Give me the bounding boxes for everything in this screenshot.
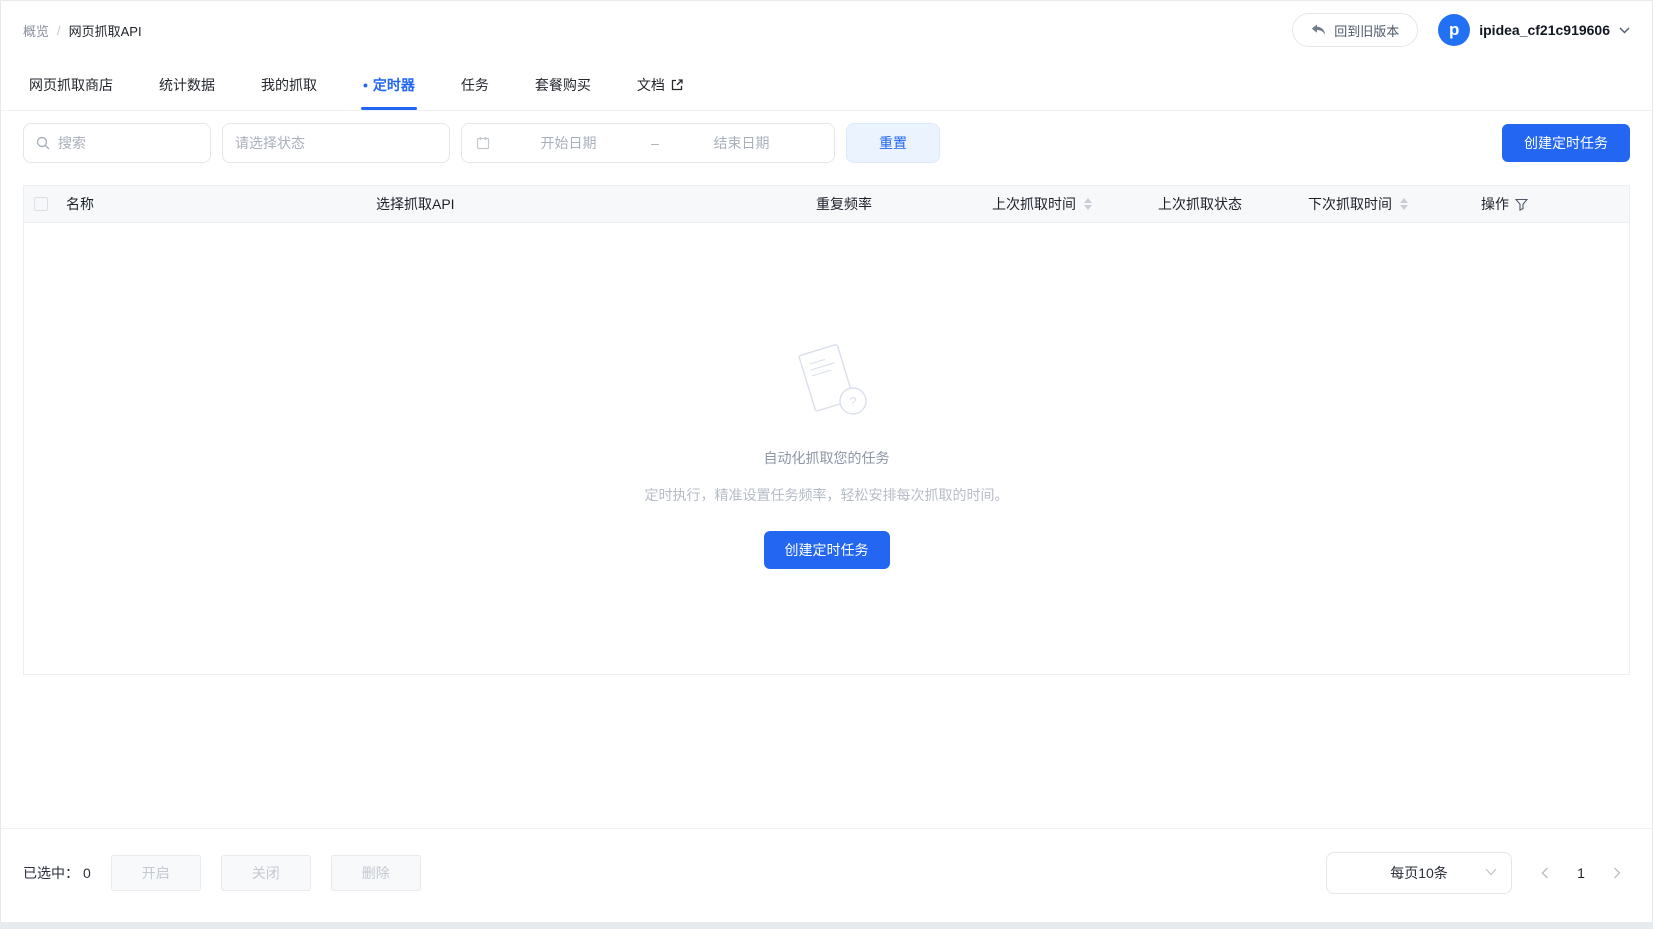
chevron-right-icon [1613, 867, 1621, 879]
active-tab-underline [361, 107, 417, 110]
breadcrumb-root[interactable]: 概览 [23, 21, 49, 40]
column-header-last-scrape-time: 上次抓取时间 [992, 194, 1158, 214]
prev-page-button[interactable] [1532, 860, 1558, 886]
sort-caret-up-icon [1084, 198, 1092, 203]
back-to-old-version-button[interactable]: 回到旧版本 [1292, 13, 1419, 47]
selected-count: 0 [83, 864, 91, 881]
account-name: ipidea_cf21c919606 [1479, 22, 1610, 38]
page-size-select[interactable]: 每页10条 [1326, 851, 1512, 894]
sort-caret-down-icon [1400, 205, 1408, 210]
chevron-down-icon [1485, 868, 1497, 876]
pagination: 每页10条 1 [1326, 851, 1630, 894]
tabbar: 网页抓取商店 统计数据 我的抓取 • 定时器 任务 套餐购买 文档 [1, 59, 1652, 111]
column-header-frequency: 重复频率 [816, 194, 992, 214]
pager: 1 [1532, 860, 1630, 886]
tab-scheduler[interactable]: • 定时器 [361, 59, 417, 110]
filterbar: 请选择状态 开始日期 – 结束日期 重置 创建定时任务 [1, 123, 1652, 163]
daterange-picker[interactable]: 开始日期 – 结束日期 [461, 123, 835, 163]
tab-label: 定时器 [372, 76, 415, 93]
sort-caret-down-icon [1084, 205, 1092, 210]
tab-web-scraping-store[interactable]: 网页抓取商店 [29, 59, 113, 110]
create-scheduled-task-button[interactable]: 创建定时任务 [1502, 124, 1630, 162]
tab-label: 套餐购买 [534, 76, 591, 93]
column-label: 下次抓取时间 [1308, 196, 1392, 212]
topbar-right: 回到旧版本 p ipidea_cf21c919606 [1292, 13, 1630, 47]
tab-label: 统计数据 [159, 76, 215, 93]
tab-label: 任务 [460, 76, 489, 93]
calendar-icon [476, 136, 490, 150]
tab-tasks[interactable]: 任务 [461, 59, 489, 110]
column-header-name: 名称 [66, 194, 376, 214]
select-all-checkbox[interactable] [34, 197, 48, 211]
page-number-1[interactable]: 1 [1568, 860, 1594, 886]
delete-button[interactable]: 删除 [330, 854, 421, 891]
column-label: 重复频率 [816, 196, 872, 212]
column-label: 名称 [66, 196, 94, 212]
empty-state-description: 定时执行，精准设置任务频率，轻松安排每次抓取的时间。 [644, 487, 1009, 503]
table-header-row: 名称 选择抓取API 重复频率 上次抓取时间 上次抓取状态 下次抓取时间 操作 [24, 185, 1629, 223]
reply-arrow-icon [1311, 24, 1326, 36]
external-link-icon [670, 78, 684, 92]
disable-button[interactable]: 关闭 [220, 854, 311, 891]
account-menu[interactable]: p ipidea_cf21c919606 [1438, 14, 1630, 46]
window-bottom-edge [0, 922, 1653, 929]
page: 概览 / 网页抓取API 回到旧版本 p ipidea_cf21c919606 … [0, 0, 1653, 922]
active-tab-dot: • [363, 76, 368, 93]
column-header-actions: 操作 [1481, 194, 1629, 214]
search-input[interactable] [58, 135, 198, 151]
search-box[interactable] [23, 123, 211, 163]
tab-label: 我的抓取 [261, 76, 317, 93]
status-select[interactable]: 请选择状态 [222, 123, 450, 163]
empty-state-title: 自动化抓取您的任务 [763, 450, 890, 466]
tab-my-scrapes[interactable]: 我的抓取 [261, 59, 317, 110]
chevron-left-icon [1541, 867, 1549, 879]
table-body: ? 自动化抓取您的任务 定时执行，精准设置任务频率，轻松安排每次抓取的时间。 创… [24, 223, 1629, 674]
tab-statistics[interactable]: 统计数据 [159, 59, 215, 110]
sort-toggle-last-scrape-time[interactable] [1084, 198, 1092, 210]
question-mark-glyph: ? [849, 394, 856, 409]
date-end-placeholder: 结束日期 [713, 135, 770, 151]
date-separator: – [651, 135, 659, 151]
chevron-down-icon [1619, 27, 1630, 34]
page-size-value: 每页10条 [1390, 864, 1448, 881]
status-select-placeholder: 请选择状态 [235, 135, 305, 151]
empty-create-scheduled-task-button[interactable]: 创建定时任务 [763, 531, 890, 569]
table-header-checkbox-cell [24, 197, 66, 211]
tab-label: 文档 [636, 76, 665, 93]
filter-funnel-icon[interactable] [1515, 198, 1528, 211]
empty-state: ? 自动化抓取您的任务 定时执行，精准设置任务频率，轻松安排每次抓取的时间。 创… [645, 342, 1009, 569]
column-label: 选择抓取API [376, 196, 455, 212]
batch-actions: 已选中： 0 开启 关闭 删除 [23, 854, 421, 891]
next-page-button[interactable] [1604, 860, 1630, 886]
column-header-next-scrape-time: 下次抓取时间 [1308, 194, 1481, 214]
topbar: 概览 / 网页抓取API 回到旧版本 p ipidea_cf21c919606 [1, 1, 1652, 59]
sort-caret-up-icon [1400, 198, 1408, 203]
empty-document-illustration: ? [780, 342, 874, 422]
tab-label: 网页抓取商店 [29, 76, 113, 93]
column-label: 上次抓取状态 [1158, 196, 1242, 212]
sort-toggle-next-scrape-time[interactable] [1400, 198, 1408, 210]
column-label: 操作 [1481, 196, 1509, 212]
selected-label: 已选中： [23, 864, 79, 881]
avatar: p [1438, 14, 1471, 46]
back-button-label: 回到旧版本 [1334, 23, 1400, 39]
search-icon [36, 136, 50, 150]
breadcrumb: 概览 / 网页抓取API [23, 21, 142, 40]
column-header-last-scrape-status: 上次抓取状态 [1158, 194, 1308, 214]
breadcrumb-separator: / [57, 22, 61, 38]
breadcrumb-current: 网页抓取API [68, 23, 142, 39]
scheduler-table: 名称 选择抓取API 重复频率 上次抓取时间 上次抓取状态 下次抓取时间 操作 … [23, 185, 1630, 675]
tab-docs[interactable]: 文档 [637, 59, 684, 110]
enable-button[interactable]: 开启 [110, 854, 201, 891]
footer-bar: 已选中： 0 开启 关闭 删除 每页10条 1 [1, 828, 1652, 922]
date-start-placeholder: 开始日期 [540, 135, 597, 151]
column-label: 上次抓取时间 [992, 196, 1076, 212]
column-header-api: 选择抓取API [376, 194, 816, 214]
reset-button[interactable]: 重置 [846, 123, 940, 163]
tab-plan-purchase[interactable]: 套餐购买 [535, 59, 591, 110]
